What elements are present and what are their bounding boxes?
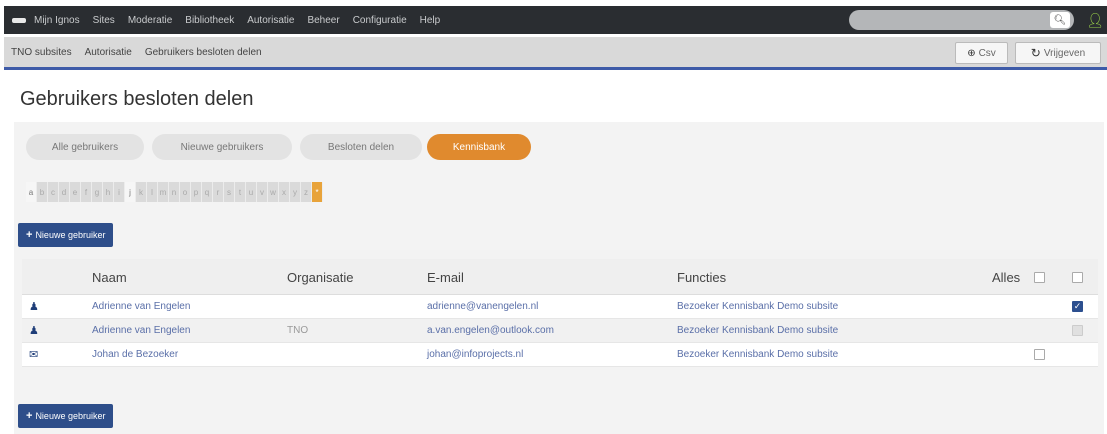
tab-alle-gebruikers[interactable]: Alle gebruikers [26, 134, 144, 160]
row-checkbox[interactable] [1034, 349, 1045, 360]
letter-filter-y[interactable]: y [290, 182, 301, 202]
breadcrumb-bar: TNO subsites Autorisatie Gebruikers besl… [4, 37, 1107, 70]
letter-filter-all[interactable]: * [312, 182, 323, 202]
letter-filter-x[interactable]: x [279, 182, 290, 202]
letter-filter-r[interactable]: r [213, 182, 224, 202]
header-alles: Alles [992, 270, 1021, 285]
menu-item-moderatie[interactable]: Moderatie [128, 15, 172, 26]
csv-button[interactable]: ⊕ Csv [955, 42, 1008, 64]
top-navigation-bar: Mijn Ignos Sites Moderatie Bibliotheek A… [0, 0, 1107, 37]
letter-filter-p[interactable]: p [191, 182, 202, 202]
letter-filter-n[interactable]: n [169, 182, 180, 202]
page-title: Gebruikers besloten delen [20, 88, 254, 110]
cell-email[interactable]: johan@infoprojects.nl [427, 349, 523, 360]
table-row[interactable]: ✉ Johan de Bezoeker johan@infoprojects.n… [22, 343, 1098, 367]
user-icon: ♟ [29, 325, 39, 337]
letter-filter-s[interactable]: s [224, 182, 235, 202]
table-row[interactable]: ♟ Adrienne van Engelen TNO a.van.engelen… [22, 319, 1098, 343]
letter-filter-d[interactable]: d [59, 182, 70, 202]
search-input[interactable]: 🔍︎ [849, 10, 1074, 30]
menu-item-sites[interactable]: Sites [93, 15, 115, 26]
user-admin-icon: ♟ [29, 301, 39, 313]
tab-nieuwe-gebruikers[interactable]: Nieuwe gebruikers [152, 134, 292, 160]
breadcrumb-tno-subsites[interactable]: TNO subsites [11, 47, 72, 58]
plus-icon: + [26, 229, 33, 241]
letter-filter-m[interactable]: m [158, 182, 169, 202]
cell-name[interactable]: Adrienne van Engelen [92, 301, 190, 312]
cell-email[interactable]: a.van.engelen@outlook.com [427, 325, 554, 336]
header-functies[interactable]: Functies [677, 270, 726, 285]
breadcrumb-current[interactable]: Gebruikers besloten delen [145, 47, 262, 58]
letter-filter-c[interactable]: c [48, 182, 59, 202]
menu-item-mijn-ignos[interactable]: Mijn Ignos [34, 15, 80, 26]
menu-item-beheer[interactable]: Beheer [307, 15, 339, 26]
user-icon[interactable]: 👤︎ [1086, 11, 1104, 29]
cell-functions[interactable]: Bezoeker Kennisbank Demo subsite [677, 349, 838, 360]
letter-filter-f[interactable]: f [81, 182, 92, 202]
header-naam[interactable]: Naam [92, 270, 127, 285]
header-email[interactable]: E-mail [427, 270, 464, 285]
vrijgeven-label: Vrijgeven [1043, 47, 1086, 59]
new-user-label: Nieuwe gebruiker [35, 230, 106, 240]
top-menu: Mijn Ignos Sites Moderatie Bibliotheek A… [4, 6, 1107, 34]
cell-name[interactable]: Adrienne van Engelen [92, 325, 190, 336]
letter-filter-t[interactable]: t [235, 182, 246, 202]
header-organisatie[interactable]: Organisatie [287, 270, 353, 285]
menu-item-autorisatie[interactable]: Autorisatie [247, 15, 294, 26]
menu-item-help[interactable]: Help [420, 15, 441, 26]
cell-functions[interactable]: Bezoeker Kennisbank Demo subsite [677, 301, 838, 312]
cell-email[interactable]: adrienne@vanengelen.nl [427, 301, 538, 312]
tab-kennisbank[interactable]: Kennisbank [427, 134, 531, 160]
letter-filter-i[interactable]: i [114, 182, 125, 202]
table-row[interactable]: ♟ Adrienne van Engelen adrienne@vanengel… [22, 295, 1098, 319]
breadcrumb-autorisatie[interactable]: Autorisatie [85, 47, 132, 58]
tab-besloten-delen[interactable]: Besloten delen [300, 134, 422, 160]
new-user-label: Nieuwe gebruiker [35, 411, 106, 421]
vrijgeven-button[interactable]: ↻ Vrijgeven [1015, 42, 1101, 64]
plus-icon: + [26, 410, 33, 422]
letter-filter-o[interactable]: o [180, 182, 191, 202]
row-checkbox[interactable]: ✓ [1072, 301, 1083, 312]
cell-name[interactable]: Johan de Bezoeker [92, 349, 178, 360]
globe-icon: ⊕ [967, 47, 976, 59]
letter-filter-b[interactable]: b [37, 182, 48, 202]
letter-filter-h[interactable]: h [103, 182, 114, 202]
letter-filter-e[interactable]: e [70, 182, 81, 202]
letter-filter-q[interactable]: q [202, 182, 213, 202]
users-panel: Alle gebruikers Nieuwe gebruikers Beslot… [14, 122, 1104, 434]
briefcase-user-icon: ✉ [29, 349, 39, 361]
letter-filter-z[interactable]: z [301, 182, 312, 202]
search-button[interactable]: 🔍︎ [1050, 12, 1070, 28]
letter-filter-l[interactable]: l [147, 182, 158, 202]
alphabet-filter: a b c d e f g h i j k l m n o p q r s t u v w x y z * [26, 182, 323, 202]
cell-organisation: TNO [287, 325, 309, 336]
refresh-icon: ↻ [1030, 46, 1041, 60]
select-all-checkbox[interactable] [1034, 272, 1045, 283]
app-logo[interactable] [12, 17, 26, 23]
letter-filter-k[interactable]: k [136, 182, 147, 202]
new-user-button-bottom[interactable]: + Nieuwe gebruiker [18, 404, 114, 428]
letter-filter-j[interactable]: j [125, 182, 136, 202]
letter-filter-v[interactable]: v [257, 182, 268, 202]
letter-filter-w[interactable]: w [268, 182, 279, 202]
table-header: Naam Organisatie E-mail Functies Alles [22, 259, 1098, 295]
users-table: Naam Organisatie E-mail Functies Alles ♟… [22, 259, 1098, 367]
cell-functions[interactable]: Bezoeker Kennisbank Demo subsite [677, 325, 838, 336]
letter-filter-g[interactable]: g [92, 182, 103, 202]
letter-filter-a[interactable]: a [26, 182, 37, 202]
letter-filter-u[interactable]: u [246, 182, 257, 202]
row-checkbox [1072, 325, 1083, 336]
new-user-button-top[interactable]: + Nieuwe gebruiker [18, 223, 114, 247]
select-all-checkbox-2[interactable] [1072, 272, 1083, 283]
search-icon: 🔍︎ [1053, 14, 1067, 26]
menu-item-bibliotheek[interactable]: Bibliotheek [185, 15, 234, 26]
csv-label: Csv [978, 47, 996, 59]
menu-item-configuratie[interactable]: Configuratie [353, 15, 407, 26]
